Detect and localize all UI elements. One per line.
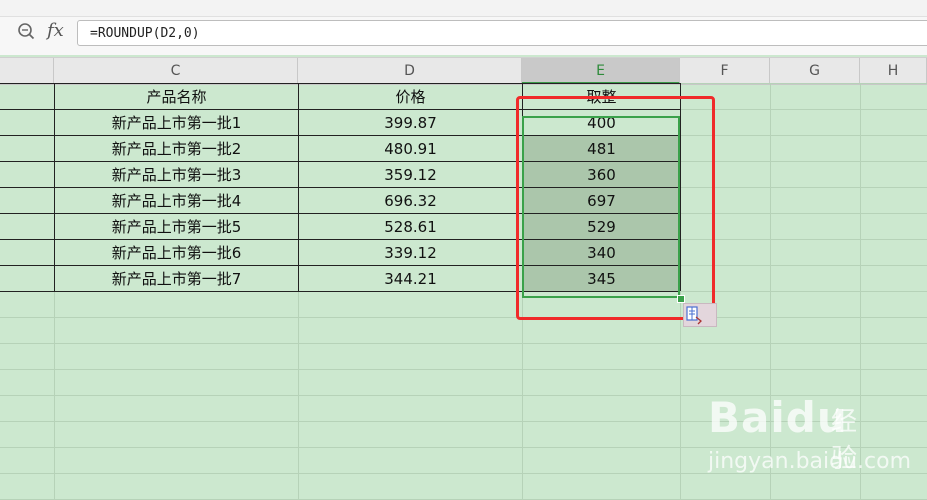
table-cell[interactable]: 696.32 xyxy=(299,188,522,213)
annotation-box xyxy=(516,96,715,320)
watermark-url: jingyan.baidu.com xyxy=(708,449,912,474)
column-header-row: CDEFGH xyxy=(0,57,927,85)
column-header-f[interactable]: F xyxy=(680,58,770,84)
table-cell[interactable]: 339.12 xyxy=(299,240,522,265)
table-cell[interactable]: 新产品上市第一批7 xyxy=(55,266,298,291)
table-cell[interactable]: 528.61 xyxy=(299,214,522,239)
column-header-c[interactable]: C xyxy=(54,58,298,84)
table-cell[interactable]: 新产品上市第一批6 xyxy=(55,240,298,265)
baidu-logo: Baidu xyxy=(708,393,848,442)
column-header-g[interactable]: G xyxy=(770,58,860,84)
table-cell[interactable]: 新产品上市第一批5 xyxy=(55,214,298,239)
formula-input[interactable]: =ROUNDUP(D2,0) xyxy=(77,20,927,46)
table-cell[interactable]: 新产品上市第一批4 xyxy=(55,188,298,213)
top-strip xyxy=(0,0,927,17)
corner-header[interactable] xyxy=(0,58,54,84)
column-header-e[interactable]: E xyxy=(522,58,680,84)
table-cell[interactable]: 399.87 xyxy=(299,110,522,135)
paste-options-icon[interactable] xyxy=(683,303,717,327)
column-header-d[interactable]: D xyxy=(298,58,522,84)
table-cell[interactable]: 359.12 xyxy=(299,162,522,187)
baidu-watermark: Baidu 经验 jingyan.baidu.com xyxy=(708,393,911,474)
table-cell[interactable]: 344.21 xyxy=(299,266,522,291)
column-header-h[interactable]: H xyxy=(860,58,927,84)
table-cell[interactable]: 新产品上市第一批1 xyxy=(55,110,298,135)
table-header-cell[interactable]: 价格 xyxy=(299,84,522,109)
zoom-icon[interactable] xyxy=(17,22,35,40)
table-cell[interactable]: 新产品上市第一批3 xyxy=(55,162,298,187)
table-cell[interactable]: 480.91 xyxy=(299,136,522,161)
table-header-cell[interactable]: 产品名称 xyxy=(55,84,298,109)
table-cell[interactable]: 新产品上市第一批2 xyxy=(55,136,298,161)
fx-icon[interactable]: fx xyxy=(47,20,64,41)
